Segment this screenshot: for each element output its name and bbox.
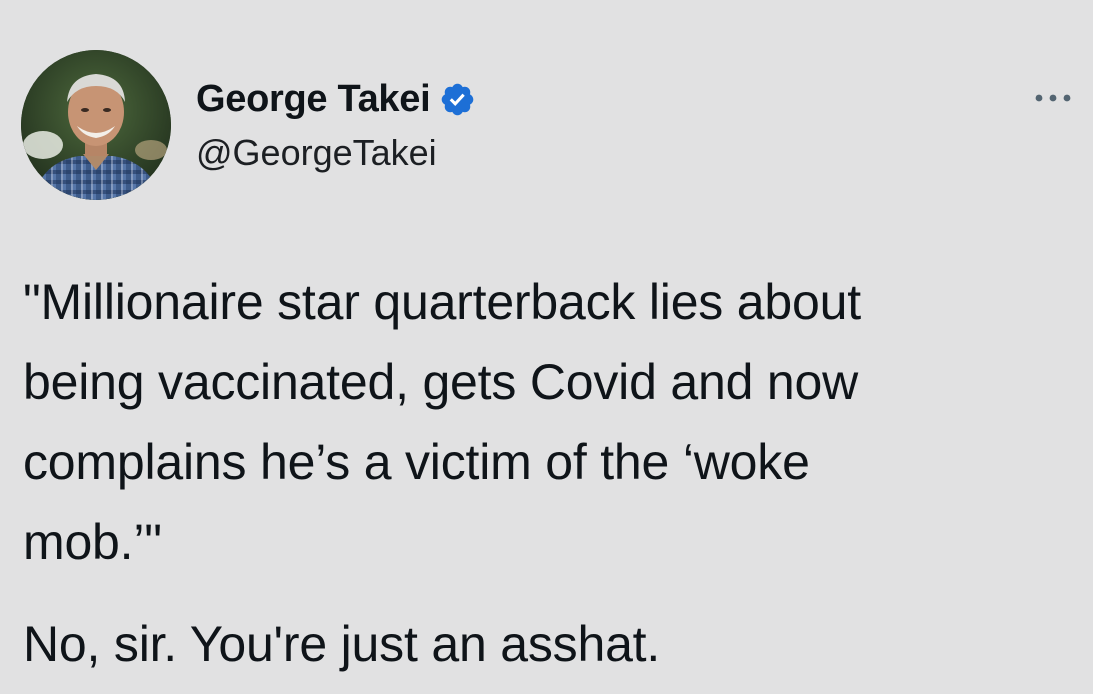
tweet-comment-text: No, sir. You're just an asshat. xyxy=(23,616,661,672)
author-display-name[interactable]: George Takei xyxy=(196,78,431,121)
tweet-quote-text: "Millionaire star quarterback lies about… xyxy=(23,274,861,570)
author-handle[interactable]: @GeorgeTakei xyxy=(196,132,437,174)
more-horizontal-icon[interactable] xyxy=(1028,86,1078,110)
avatar[interactable] xyxy=(21,50,171,200)
verified-badge-icon xyxy=(439,81,476,118)
profile-photo-icon xyxy=(21,50,171,200)
tweet-card: George Takei @GeorgeTakei "Millionaire s… xyxy=(0,0,1093,694)
author-name-row[interactable]: George Takei xyxy=(196,76,476,122)
